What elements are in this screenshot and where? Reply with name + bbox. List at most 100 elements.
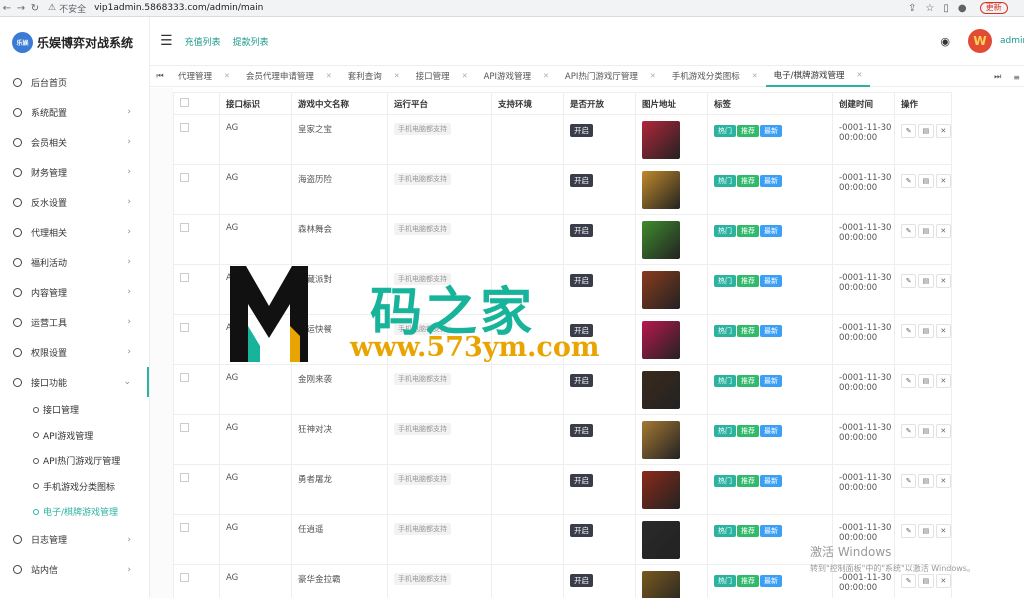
edit-icon[interactable]: ✎ (901, 524, 917, 538)
sidebar-subitem[interactable]: 电子/棋牌游戏管理 (0, 499, 149, 525)
row-select-cell[interactable] (173, 414, 220, 465)
open-status-badge[interactable]: 开启 (570, 124, 593, 137)
row-select-cell[interactable] (173, 464, 220, 515)
tab-scroll-left-icon[interactable]: ⏮ (150, 71, 170, 81)
row-checkbox[interactable] (180, 123, 189, 132)
save-icon[interactable]: ▤ (918, 424, 934, 438)
forward-icon[interactable]: → (14, 3, 28, 14)
open-status-badge[interactable]: 开启 (570, 174, 593, 187)
row-select-cell[interactable] (173, 264, 220, 315)
delete-icon[interactable]: ✕ (935, 274, 951, 288)
withdraw-list-link[interactable]: 提款列表 (233, 35, 269, 48)
close-icon[interactable]: ✕ (224, 72, 230, 80)
sidebar-item[interactable]: 权限设置 › (0, 337, 149, 367)
row-select-cell[interactable] (173, 164, 220, 215)
save-icon[interactable]: ▤ (918, 574, 934, 588)
reload-icon[interactable]: ↻ (28, 3, 42, 14)
back-icon[interactable]: ← (0, 3, 14, 14)
tab[interactable]: API游戏管理 ✕ (476, 65, 557, 87)
username[interactable]: admin (1000, 36, 1024, 46)
edit-icon[interactable]: ✎ (901, 324, 917, 338)
close-icon[interactable]: ✕ (326, 72, 332, 80)
brand[interactable]: 乐娱 乐娱博弈对战系统 (0, 17, 149, 67)
row-checkbox[interactable] (180, 323, 189, 332)
edit-icon[interactable]: ✎ (901, 424, 917, 438)
recharge-list-link[interactable]: 充值列表 (185, 35, 221, 48)
sidebar-item[interactable]: 会员相关 › (0, 127, 149, 157)
open-status-badge[interactable]: 开启 (570, 424, 593, 437)
sidebar-item[interactable]: 内容管理 › (0, 277, 149, 307)
open-status-badge[interactable]: 开启 (570, 224, 593, 237)
profile-icon[interactable]: ● (958, 3, 967, 14)
update-button[interactable]: 更新 (979, 2, 1008, 14)
menu-toggle-icon[interactable]: ☰ (160, 33, 173, 49)
row-checkbox[interactable] (180, 473, 189, 482)
save-icon[interactable]: ▤ (918, 374, 934, 388)
address-bar[interactable]: ⚠ 不安全 vip1admin.5868333.com/admin/main (48, 1, 908, 15)
select-all-checkbox[interactable] (180, 98, 189, 107)
row-checkbox[interactable] (180, 523, 189, 532)
edit-icon[interactable]: ✎ (901, 124, 917, 138)
edit-icon[interactable]: ✎ (901, 174, 917, 188)
delete-icon[interactable]: ✕ (935, 174, 951, 188)
tab[interactable]: 接口管理 ✕ (408, 65, 476, 87)
sidebar-subitem[interactable]: API热门游戏厅管理 (0, 448, 149, 474)
sidebar-subitem[interactable]: 接口管理 (0, 397, 149, 423)
open-status-badge[interactable]: 开启 (570, 524, 593, 537)
row-checkbox[interactable] (180, 373, 189, 382)
close-icon[interactable]: ✕ (650, 72, 656, 80)
sidebar-item[interactable]: 反水设置 › (0, 187, 149, 217)
sidebar-item[interactable]: 财务管理 › (0, 157, 149, 187)
sidebar-item[interactable]: 后台首页 (0, 67, 149, 97)
delete-icon[interactable]: ✕ (935, 224, 951, 238)
row-select-cell[interactable] (173, 364, 220, 415)
save-icon[interactable]: ▤ (918, 274, 934, 288)
row-select-cell[interactable] (173, 314, 220, 365)
row-select-cell[interactable] (173, 514, 220, 565)
select-all-cell[interactable] (173, 92, 220, 115)
row-checkbox[interactable] (180, 273, 189, 282)
tab[interactable]: 会员代理申请管理 ✕ (238, 65, 340, 87)
open-status-badge[interactable]: 开启 (570, 574, 593, 587)
sidebar-item[interactable]: 系统配置 › (0, 97, 149, 127)
row-checkbox[interactable] (180, 173, 189, 182)
edit-icon[interactable]: ✎ (901, 374, 917, 388)
tab[interactable]: 手机游戏分类图标 ✕ (664, 65, 766, 87)
theme-palette-icon[interactable]: ◉ (940, 35, 950, 48)
delete-icon[interactable]: ✕ (935, 374, 951, 388)
save-icon[interactable]: ▤ (918, 224, 934, 238)
share-icon[interactable]: ⇪ (908, 3, 916, 14)
save-icon[interactable]: ▤ (918, 124, 934, 138)
tab-scroll-right-icon[interactable]: ⏭ (994, 72, 1001, 82)
open-status-badge[interactable]: 开启 (570, 474, 593, 487)
row-select-cell[interactable] (173, 114, 220, 165)
close-icon[interactable]: ✕ (543, 72, 549, 80)
close-icon[interactable]: ✕ (752, 72, 758, 80)
close-icon[interactable]: ✕ (394, 72, 400, 80)
close-icon[interactable]: ✕ (856, 71, 862, 79)
delete-icon[interactable]: ✕ (935, 324, 951, 338)
save-icon[interactable]: ▤ (918, 474, 934, 488)
edit-icon[interactable]: ✎ (901, 224, 917, 238)
edit-icon[interactable]: ✎ (901, 274, 917, 288)
sidebar-item[interactable]: 福利活动 › (0, 247, 149, 277)
delete-icon[interactable]: ✕ (935, 574, 951, 588)
sidebar-item[interactable]: 接口功能 ⌄ (0, 367, 149, 397)
edit-icon[interactable]: ✎ (901, 474, 917, 488)
edit-icon[interactable]: ✎ (901, 574, 917, 588)
sidebar-item[interactable]: 站内信 › (0, 555, 149, 585)
row-checkbox[interactable] (180, 573, 189, 582)
sidebar-item[interactable]: 日志管理 › (0, 525, 149, 555)
delete-icon[interactable]: ✕ (935, 474, 951, 488)
sidebar-item[interactable]: 运营工具 › (0, 307, 149, 337)
tab[interactable]: 电子/棋牌游戏管理 ✕ (765, 65, 871, 87)
row-select-cell[interactable] (173, 214, 220, 265)
row-select-cell[interactable] (173, 564, 220, 598)
close-icon[interactable]: ✕ (462, 72, 468, 80)
tab[interactable]: 代理管理 ✕ (170, 65, 238, 87)
tab-menu-icon[interactable]: ≡ (1013, 73, 1020, 82)
avatar[interactable]: W (968, 29, 992, 53)
star-icon[interactable]: ☆ (925, 3, 934, 14)
delete-icon[interactable]: ✕ (935, 524, 951, 538)
row-checkbox[interactable] (180, 223, 189, 232)
